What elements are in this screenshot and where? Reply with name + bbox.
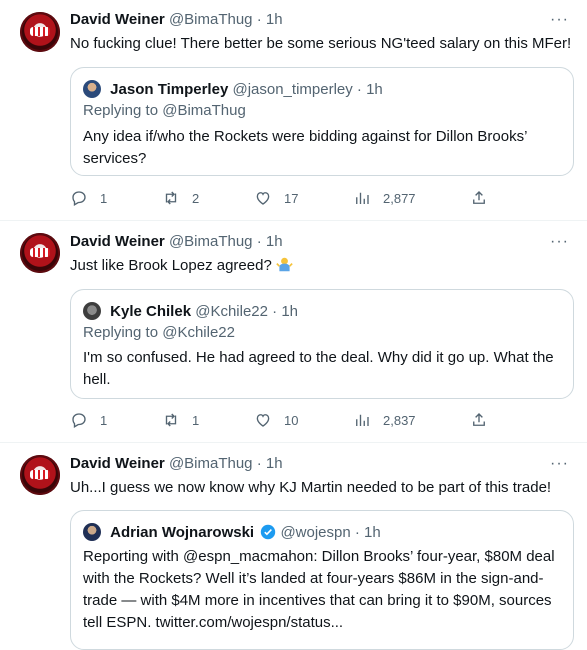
avatar[interactable] <box>20 233 60 273</box>
author-handle[interactable]: @BimaThug <box>169 455 253 472</box>
quoted-tweet[interactable]: Adrian Wojnarowski @wojespn · 1h Reporti… <box>70 510 574 650</box>
quote-text: I'm so confused. He had agreed to the de… <box>83 349 554 388</box>
author-handle[interactable]: @BimaThug <box>169 11 253 28</box>
tweet-2[interactable]: David Weiner @BimaThug · 1h ··· Just lik… <box>0 221 587 441</box>
retweet-count: 2 <box>192 190 200 206</box>
tweet-text: No fucking clue! There better be some se… <box>70 35 572 52</box>
quote-author-handle: @Kchile22 <box>195 303 268 320</box>
tweet-text-content: Just like Brook Lopez agreed? <box>70 257 272 274</box>
like-button[interactable]: 10 <box>254 410 298 430</box>
author-name[interactable]: David Weiner <box>70 455 165 472</box>
timestamp[interactable]: 1h <box>266 455 283 472</box>
quote-avatar <box>83 523 101 541</box>
like-button[interactable]: 17 <box>254 188 298 208</box>
quote-author-name: Jason Timperley <box>110 81 229 98</box>
quote-author-handle: @jason_timperley <box>232 81 353 98</box>
quote-text: Any idea if/who the Rockets were bidding… <box>83 128 527 167</box>
timestamp[interactable]: 1h <box>266 233 283 250</box>
timestamp[interactable]: 1h <box>266 11 283 28</box>
views-button[interactable]: 2,877 <box>353 188 416 208</box>
separator: · <box>354 524 360 541</box>
quoted-tweet[interactable]: Kyle Chilek @Kchile22 · 1h Replying to @… <box>70 289 574 399</box>
views-icon <box>356 192 369 204</box>
tweet-header: David Weiner @BimaThug · 1h <box>70 455 283 473</box>
tweet-3[interactable]: David Weiner @BimaThug · 1h ··· Uh...I g… <box>0 443 587 650</box>
quote-header: Kyle Chilek @Kchile22 · 1h <box>83 302 298 321</box>
like-icon <box>256 414 270 427</box>
tweet-text: Uh...I guess we now know why KJ Martin n… <box>70 479 552 496</box>
more-icon[interactable]: ··· <box>550 12 569 28</box>
like-count: 17 <box>284 190 299 206</box>
quote-author-handle: @wojespn <box>280 524 351 541</box>
more-icon[interactable]: ··· <box>550 234 569 250</box>
like-count: 10 <box>284 412 299 428</box>
quoted-tweet[interactable]: Jason Timperley @jason_timperley · 1h Re… <box>70 67 574 176</box>
quote-avatar <box>83 302 101 320</box>
reply-count: 1 <box>100 412 108 428</box>
separator: · <box>356 81 362 98</box>
retweet-button[interactable]: 1 <box>162 410 199 430</box>
quote-author-name: Kyle Chilek <box>110 303 192 320</box>
quote-timestamp: 1h <box>281 303 299 320</box>
verified-badge-icon <box>261 524 276 540</box>
quote-header: Jason Timperley @jason_timperley · 1h <box>83 80 383 99</box>
action-bar: 1 1 10 2,837 <box>70 410 490 430</box>
quote-avatar <box>83 80 101 98</box>
avatar[interactable] <box>20 455 60 495</box>
views-count: 2,837 <box>383 412 416 428</box>
reply-count: 1 <box>100 190 108 206</box>
share-icon <box>473 413 485 426</box>
replying-to: Replying to @BimaThug <box>83 102 246 119</box>
more-icon[interactable]: ··· <box>550 456 569 472</box>
tweet-header: David Weiner @BimaThug · 1h <box>70 233 283 251</box>
share-button[interactable] <box>470 188 500 208</box>
reply-button[interactable]: 1 <box>70 410 107 430</box>
views-button[interactable]: 2,837 <box>353 410 416 430</box>
author-name[interactable]: David Weiner <box>70 233 165 250</box>
quote-header: Adrian Wojnarowski @wojespn · 1h <box>83 523 381 542</box>
author-name[interactable]: David Weiner <box>70 11 165 28</box>
views-icon <box>356 414 369 426</box>
action-bar: 1 2 17 2,877 <box>70 188 490 208</box>
like-icon <box>256 192 270 205</box>
quote-author-name: Adrian Wojnarowski <box>110 524 255 541</box>
retweet-icon <box>165 413 177 427</box>
person-shrugging-emoji <box>276 257 293 272</box>
replying-to: Replying to @Kchile22 <box>83 324 235 341</box>
quote-timestamp: 1h <box>364 524 381 541</box>
quote-text: Reporting with @espn_macmahon: Dillon Br… <box>83 548 555 631</box>
separator: · <box>256 11 262 28</box>
separator: · <box>256 455 262 472</box>
quote-timestamp: 1h <box>366 81 383 98</box>
tweet-1[interactable]: David Weiner @BimaThug · 1h ··· No fucki… <box>0 0 587 220</box>
reply-button[interactable]: 1 <box>70 188 107 208</box>
retweet-button[interactable]: 2 <box>162 188 199 208</box>
tweet-text: Just like Brook Lopez agreed? <box>70 256 293 276</box>
tweet-header: David Weiner @BimaThug · 1h <box>70 11 283 29</box>
reply-icon <box>72 413 86 428</box>
views-count: 2,877 <box>383 190 416 206</box>
avatar[interactable] <box>20 12 60 52</box>
share-button[interactable] <box>470 410 500 430</box>
author-handle[interactable]: @BimaThug <box>169 233 253 250</box>
share-icon <box>473 191 485 204</box>
reply-icon <box>72 191 86 206</box>
retweet-count: 1 <box>192 412 200 428</box>
retweet-icon <box>165 191 177 205</box>
separator: · <box>256 233 262 250</box>
separator: · <box>272 303 278 320</box>
